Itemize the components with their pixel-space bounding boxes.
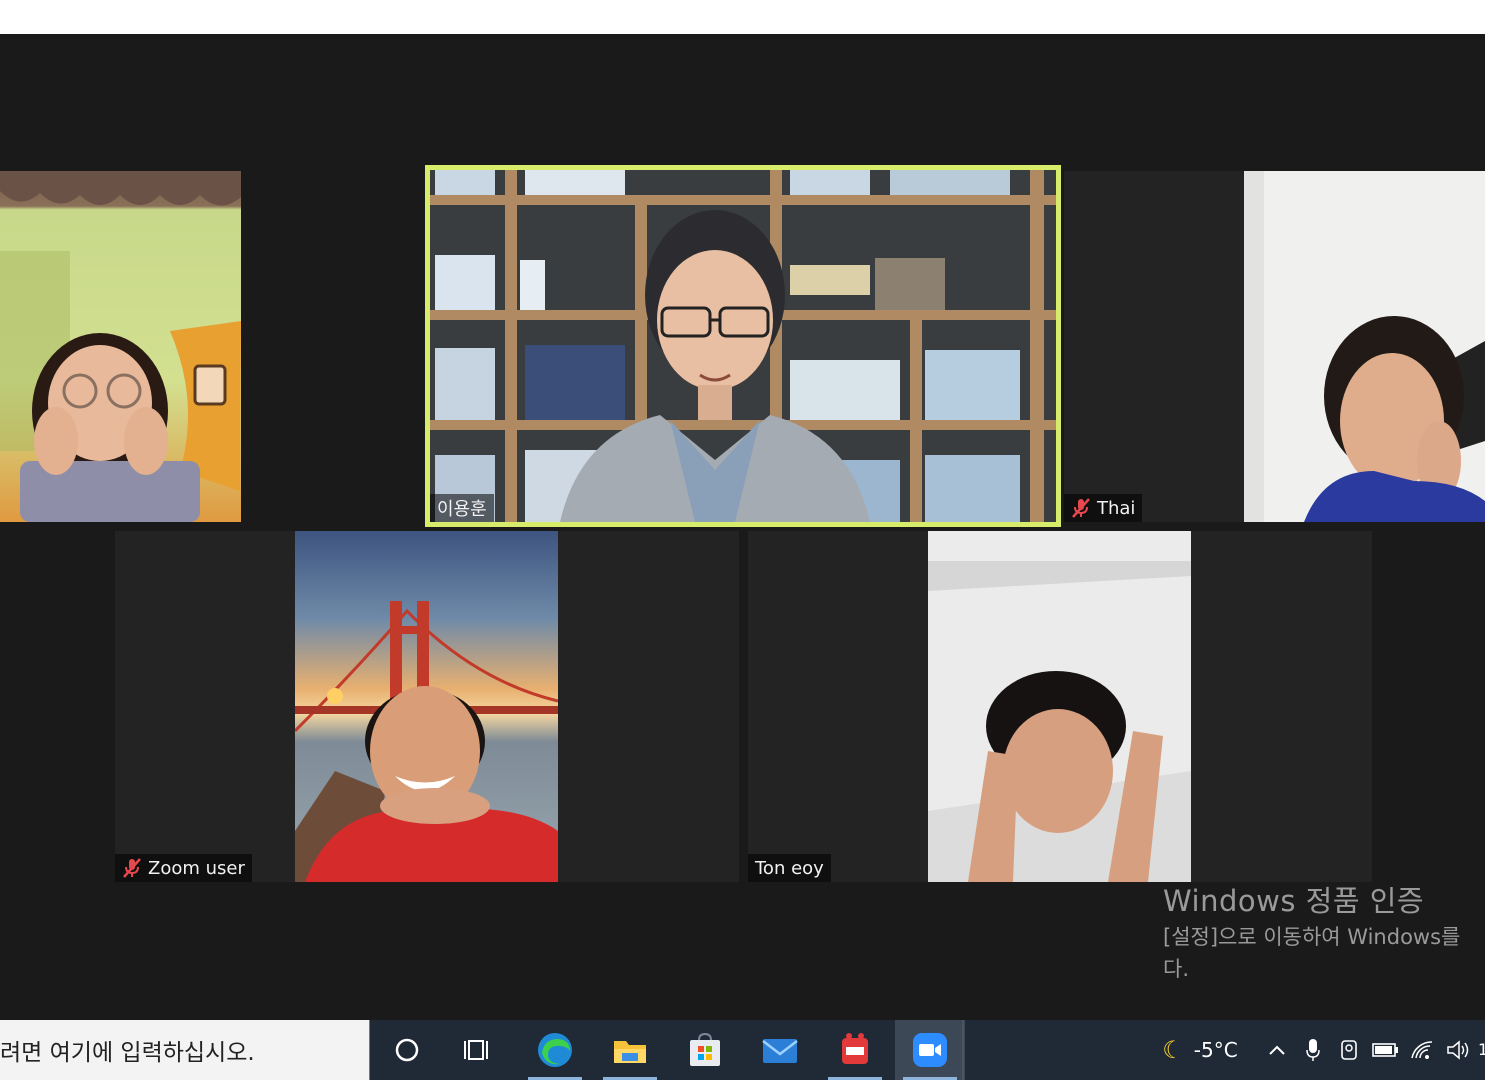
participant-video-5 — [928, 531, 1191, 882]
store-icon — [690, 1032, 720, 1066]
watermark-title: Windows 정품 인증 — [1163, 884, 1425, 918]
participant-tile-3[interactable]: Thai — [1064, 171, 1485, 522]
camera-tray-button[interactable] — [1336, 1020, 1364, 1080]
windows-activation-watermark: Windows 정품 인증 [설정]으로 이동하여 Windows를 다. — [1163, 878, 1460, 984]
zoom-icon — [913, 1033, 947, 1067]
speaker-icon — [1447, 1040, 1469, 1060]
participant-5-figure — [928, 531, 1191, 882]
pdf-icon — [842, 1033, 868, 1064]
participant-video-2: 이용훈 — [430, 170, 1056, 522]
participant-video-1 — [0, 171, 241, 522]
volume-tray-button[interactable] — [1444, 1020, 1472, 1080]
participant-video-3 — [1244, 171, 1485, 522]
mail-icon — [762, 1039, 798, 1063]
bookshelf-background — [430, 170, 1056, 522]
zoom-button[interactable] — [895, 1020, 965, 1080]
show-hidden-icons-button[interactable] — [1264, 1020, 1290, 1080]
weather-widget[interactable]: ☾ -5°C — [1150, 1020, 1250, 1080]
battery-tray-button[interactable] — [1370, 1020, 1400, 1080]
mail-button[interactable] — [745, 1020, 815, 1080]
moon-icon: ☾ — [1162, 1036, 1184, 1064]
zoom-gallery-view: 이용훈 Thai Zoom user Ton eoy Windows 정품 인증… — [0, 34, 1485, 1020]
cortana-circle-icon — [395, 1038, 419, 1062]
taskbar-divider — [962, 1020, 964, 1080]
participant-name-tag-5: Ton eoy — [748, 854, 831, 882]
microphone-icon — [1306, 1039, 1320, 1061]
participant-name-tag-3: Thai — [1064, 494, 1143, 522]
participant-name: Ton eoy — [755, 857, 824, 879]
participant-1-figure — [0, 171, 241, 522]
weather-temperature: -5°C — [1193, 1038, 1238, 1062]
participant-name: Zoom user — [148, 857, 245, 879]
watermark-line-2: 다. — [1163, 957, 1189, 981]
taskbar-edge-cutoff: 1 — [1478, 1040, 1485, 1059]
chevron-up-icon — [1269, 1045, 1285, 1055]
task-view-icon — [464, 1040, 488, 1060]
camera-icon — [1341, 1040, 1357, 1060]
wifi-icon — [1411, 1041, 1433, 1059]
battery-icon — [1372, 1043, 1398, 1057]
participant-tile-2[interactable]: 이용훈 — [425, 165, 1061, 527]
cortana-button[interactable] — [372, 1020, 442, 1080]
task-view-button[interactable] — [444, 1020, 514, 1080]
windows-taskbar: 려면 여기에 입력하십시오. ☾ -5°C 1 — [0, 1020, 1485, 1080]
wifi-tray-button[interactable] — [1408, 1020, 1436, 1080]
golden-gate-background — [295, 601, 558, 882]
edge-icon — [538, 1033, 572, 1067]
file-explorer-button[interactable] — [595, 1020, 665, 1080]
mic-muted-icon — [1071, 497, 1091, 519]
watermark-line-1: [설정]으로 이동하여 Windows를 — [1163, 925, 1461, 949]
edge-button[interactable] — [520, 1020, 590, 1080]
participant-name-tag-2: 이용훈 — [430, 494, 494, 522]
participant-tile-5[interactable]: Ton eoy — [748, 531, 1372, 882]
participant-name-tag-4: Zoom user — [115, 854, 252, 882]
mic-muted-icon — [122, 857, 142, 879]
participant-tile-1[interactable] — [0, 171, 241, 522]
participant-tile-4[interactable]: Zoom user — [115, 531, 739, 882]
participant-name: 이용훈 — [437, 499, 487, 520]
top-white-bar — [0, 0, 1485, 34]
microsoft-store-button[interactable] — [670, 1020, 740, 1080]
taskbar-search-box[interactable]: 려면 여기에 입력하십시오. — [0, 1020, 370, 1080]
pdf-app-button[interactable] — [820, 1020, 890, 1080]
participant-3-figure — [1244, 171, 1485, 522]
folder-icon — [614, 1041, 646, 1063]
microphone-tray-button[interactable] — [1300, 1020, 1326, 1080]
participant-video-4 — [295, 531, 558, 882]
participant-name: Thai — [1097, 497, 1136, 519]
search-placeholder: 려면 여기에 입력하십시오. — [0, 1040, 255, 1066]
